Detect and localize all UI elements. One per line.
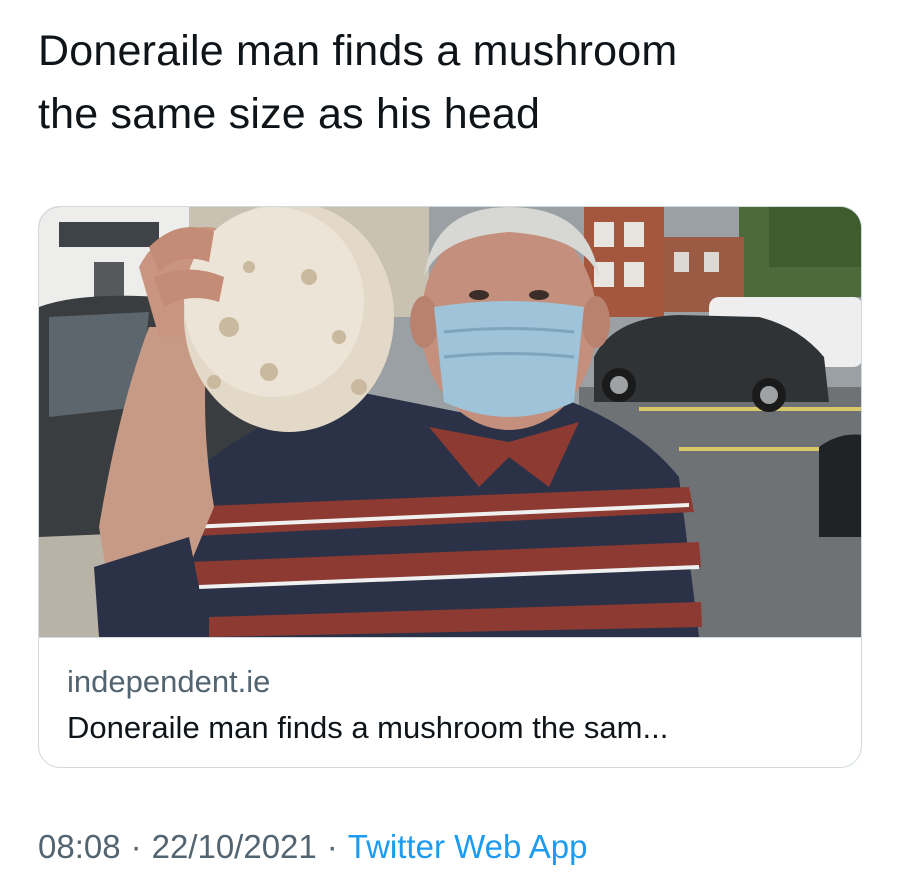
tweet-time[interactable]: 08:08 (38, 828, 121, 865)
link-preview-card[interactable]: independent.ie Doneraile man finds a mus… (38, 206, 862, 768)
man-with-mushroom-photo (39, 207, 861, 637)
tweet-text-line-1: Doneraile man finds a mushroom (38, 27, 678, 75)
tweet-meta: 08:08 · 22/10/2021 · Twitter Web App (38, 828, 587, 866)
tweet-text: Doneraile man finds a mushroom the same … (38, 20, 838, 146)
card-meta[interactable]: independent.ie Doneraile man finds a mus… (39, 637, 861, 767)
separator: · (326, 828, 338, 865)
card-title[interactable]: Doneraile man finds a mushroom the sam..… (67, 710, 668, 746)
separator: · (130, 828, 142, 865)
tweet-text-line-2: the same size as his head (38, 90, 541, 138)
card-domain: independent.ie (67, 664, 271, 699)
tweet-date[interactable]: 22/10/2021 (152, 828, 317, 865)
tweet-source-link[interactable]: Twitter Web App (348, 828, 588, 865)
card-image[interactable] (39, 207, 861, 637)
